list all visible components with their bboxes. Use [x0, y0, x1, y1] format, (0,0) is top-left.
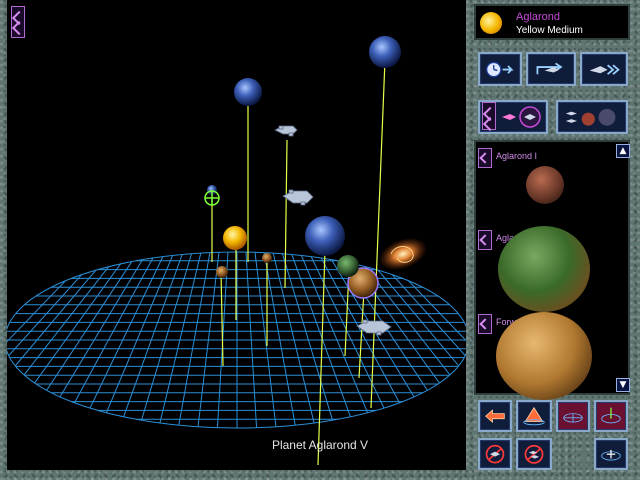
sun-icon — [480, 12, 502, 34]
no-fleets-icon — [524, 444, 544, 464]
ship-fleet[interactable] — [282, 189, 314, 206]
grid-icon — [563, 413, 583, 423]
star-class: Yellow Medium — [516, 25, 583, 36]
gas-giant-planet[interactable] — [369, 36, 401, 68]
planet-icon[interactable] — [496, 312, 592, 400]
fleet-fast-forward-icon — [589, 64, 620, 75]
chevron-icon — [482, 102, 496, 130]
fleet-transfer-icon — [536, 62, 563, 75]
grid-elevate-button[interactable] — [516, 400, 552, 432]
galaxy-icon — [379, 238, 427, 270]
grid-prev-button[interactable] — [478, 400, 512, 432]
planet[interactable] — [337, 255, 359, 277]
list-item-expand-button[interactable] — [478, 230, 492, 250]
grid-button[interactable] — [556, 400, 590, 432]
cycle-ships-icon — [502, 106, 541, 128]
hide-fleets-button[interactable] — [516, 438, 552, 470]
planet-icon[interactable] — [526, 166, 564, 204]
scroll-down-button[interactable]: ▼ — [616, 378, 630, 392]
list-item-label: Aglarond I — [496, 151, 538, 161]
clock-advance-button[interactable] — [478, 52, 522, 86]
small-planet[interactable] — [262, 253, 272, 263]
ship-fleet[interactable] — [274, 125, 298, 137]
clock-advance-icon — [485, 61, 514, 78]
star-aglarond[interactable] — [223, 226, 247, 250]
scroll-up-button[interactable]: ▲ — [616, 144, 630, 158]
frame-right — [630, 0, 640, 480]
system-map[interactable] — [7, 0, 466, 470]
grid-prev-icon — [485, 409, 505, 423]
target-reticle — [204, 190, 220, 206]
selected-object-label: Planet Aglarond V — [271, 438, 369, 452]
ships-to-planets-icon — [565, 108, 616, 126]
grid-zoom-icon — [601, 449, 621, 461]
gas-giant-planet[interactable] — [234, 78, 262, 106]
object-stalks — [211, 59, 386, 466]
grid-center-button[interactable] — [594, 400, 628, 432]
frame-left — [0, 0, 7, 480]
frame-divider — [466, 0, 474, 480]
cycle-ships-button[interactable] — [478, 100, 548, 134]
fleet-fast-forward-button[interactable] — [580, 52, 628, 86]
system-viewport[interactable]: Planet Aglarond V — [7, 0, 466, 470]
list-item-expand-button[interactable] — [478, 314, 492, 334]
list-item-expand-button[interactable] — [478, 148, 492, 168]
grid-zoom-button[interactable] — [594, 438, 628, 470]
collapse-view-button[interactable] — [11, 6, 25, 38]
star-name: Aglarond — [516, 11, 561, 23]
planet-icon[interactable] — [498, 226, 590, 312]
ships-to-planets-button[interactable] — [556, 100, 628, 134]
system-object-list[interactable]: Aglarond I Aglarond III Forward Station … — [474, 140, 630, 400]
frame-bottom — [0, 470, 474, 480]
grid-center-icon — [601, 407, 621, 424]
small-planet[interactable] — [216, 266, 228, 278]
grid-elevate-icon — [523, 406, 545, 426]
fleet-transfer-button[interactable] — [526, 52, 576, 86]
star-info-panel[interactable]: Aglarond Yellow Medium — [474, 4, 630, 40]
gas-giant-planet[interactable] — [305, 216, 345, 256]
no-ships-icon — [485, 444, 505, 464]
hide-ships-button[interactable] — [478, 438, 512, 470]
